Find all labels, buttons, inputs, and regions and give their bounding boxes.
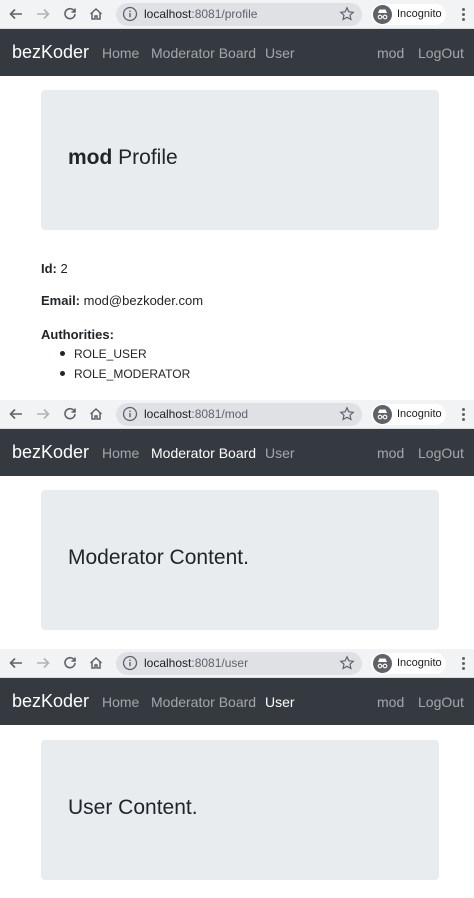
bookmark-star-icon[interactable]: [339, 406, 355, 422]
authorities-label: Authorities:: [41, 327, 114, 342]
incognito-icon: [373, 5, 392, 24]
incognito-label: Incognito: [397, 657, 442, 669]
nav-home-link[interactable]: Home: [102, 445, 139, 461]
authorities-list: ROLE_USER ROLE_MODERATOR: [56, 346, 190, 386]
info-icon[interactable]: [122, 655, 138, 671]
address-bar[interactable]: localhost:8081/mod: [116, 403, 362, 426]
brand-logo-link[interactable]: bezKoder: [12, 691, 89, 712]
incognito-badge[interactable]: Incognito: [371, 653, 446, 674]
profile-email: Email: mod@bezkoder.com: [41, 293, 203, 308]
incognito-badge[interactable]: Incognito: [371, 4, 446, 25]
id-label: Id:: [41, 261, 57, 276]
browser-toolbar: localhost:8081/mod Incognito: [0, 400, 474, 429]
moderator-screenshot: localhost:8081/mod Incognito bezKoder Ho…: [0, 400, 474, 642]
incognito-label: Incognito: [397, 408, 442, 420]
user-content-heading: User Content.: [68, 796, 198, 819]
back-arrow-icon[interactable]: [7, 654, 25, 672]
email-value: mod@bezkoder.com: [80, 293, 204, 308]
incognito-icon: [373, 405, 392, 424]
app-navbar: bezKoder Home Moderator Board User mod L…: [0, 678, 474, 725]
nav-moderator-board-link[interactable]: Moderator Board: [151, 694, 256, 710]
browser-toolbar: localhost:8081/profile Incognito: [0, 0, 474, 29]
nav-home-link[interactable]: Home: [102, 45, 139, 61]
url-host: localhost: [144, 656, 192, 670]
user-content-card: User Content.: [41, 740, 439, 880]
app-navbar: bezKoder Home Moderator Board User mod L…: [0, 429, 474, 476]
url-host: localhost: [144, 7, 192, 21]
incognito-label: Incognito: [397, 8, 442, 20]
email-label: Email:: [41, 293, 81, 308]
incognito-badge[interactable]: Incognito: [371, 404, 446, 425]
app-navbar: bezKoder Home Moderator Board User mod L…: [0, 29, 474, 76]
browser-toolbar: localhost:8081/user Incognito: [0, 649, 474, 678]
profile-id: Id: 2: [41, 261, 68, 276]
reload-icon[interactable]: [61, 5, 79, 23]
nav-username-link[interactable]: mod: [377, 694, 404, 710]
forward-arrow-icon[interactable]: [34, 405, 52, 423]
nav-logout-link[interactable]: LogOut: [418, 694, 464, 710]
reload-icon[interactable]: [61, 405, 79, 423]
url-text: localhost:8081/user: [144, 656, 248, 670]
nav-user-link[interactable]: User: [265, 45, 295, 61]
authorities-heading: Authorities:: [41, 327, 114, 342]
home-icon[interactable]: [87, 654, 105, 672]
kebab-menu-icon[interactable]: [460, 408, 466, 422]
url-path: :8081/profile: [191, 7, 258, 21]
url-text: localhost:8081/mod: [144, 407, 248, 421]
profile-heading: mod Profile: [68, 146, 178, 170]
moderator-content-heading: Moderator Content.: [68, 546, 249, 569]
brand-logo-link[interactable]: bezKoder: [12, 442, 89, 463]
forward-arrow-icon[interactable]: [34, 654, 52, 672]
address-bar[interactable]: localhost:8081/profile: [116, 3, 362, 26]
url-path: :8081/user: [191, 656, 249, 670]
nav-moderator-board-link[interactable]: Moderator Board: [151, 45, 256, 61]
kebab-menu-icon[interactable]: [460, 8, 466, 22]
info-icon[interactable]: [122, 406, 138, 422]
nav-logout-link[interactable]: LogOut: [418, 45, 464, 61]
nav-moderator-board-link[interactable]: Moderator Board: [151, 445, 256, 461]
nav-user-link[interactable]: User: [265, 694, 295, 710]
url-text: localhost:8081/profile: [144, 7, 257, 21]
url-path: :8081/mod: [191, 407, 249, 421]
nav-username-link[interactable]: mod: [377, 45, 404, 61]
nav-home-link[interactable]: Home: [102, 694, 139, 710]
nav-logout-link[interactable]: LogOut: [418, 445, 464, 461]
authority-item: ROLE_MODERATOR: [56, 366, 190, 386]
address-bar[interactable]: localhost:8081/user: [116, 652, 362, 675]
user-screenshot: localhost:8081/user Incognito bezKoder H…: [0, 649, 474, 898]
back-arrow-icon[interactable]: [7, 5, 25, 23]
kebab-menu-icon[interactable]: [460, 657, 466, 671]
moderator-content-card: Moderator Content.: [41, 490, 439, 630]
nav-user-link[interactable]: User: [265, 445, 295, 461]
profile-screenshot: localhost:8081/profile Incognito bezKode…: [0, 0, 474, 398]
home-icon[interactable]: [87, 405, 105, 423]
home-icon[interactable]: [87, 5, 105, 23]
id-value: 2: [56, 261, 68, 276]
info-icon[interactable]: [122, 6, 138, 22]
forward-arrow-icon[interactable]: [34, 5, 52, 23]
brand-logo-link[interactable]: bezKoder: [12, 42, 89, 63]
profile-header-card: mod Profile: [41, 90, 439, 230]
profile-heading-suffix: Profile: [112, 146, 178, 169]
nav-username-link[interactable]: mod: [377, 445, 404, 461]
bookmark-star-icon[interactable]: [339, 655, 355, 671]
authority-item: ROLE_USER: [56, 346, 190, 366]
incognito-icon: [373, 654, 392, 673]
bookmark-star-icon[interactable]: [339, 6, 355, 22]
url-host: localhost: [144, 407, 192, 421]
back-arrow-icon[interactable]: [7, 405, 25, 423]
profile-username: mod: [68, 146, 113, 169]
reload-icon[interactable]: [61, 654, 79, 672]
